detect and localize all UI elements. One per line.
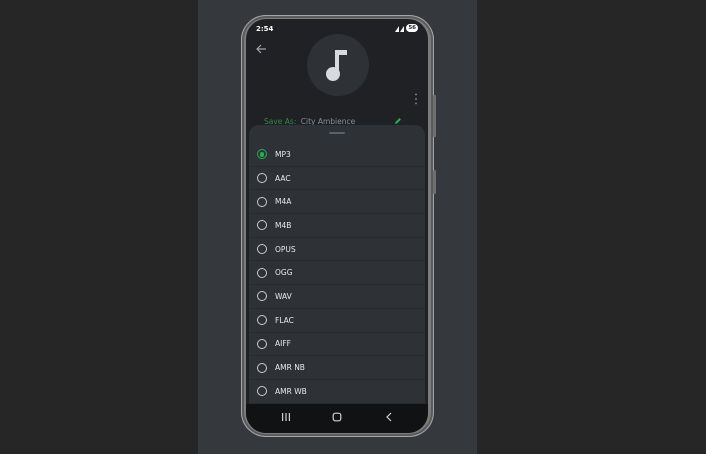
format-option-aiff[interactable]: AIFF [249, 333, 425, 357]
phone-screen: 2:54 56 Save As: City Ambience MP3 AAC M… [246, 19, 428, 433]
radio-icon[interactable] [257, 196, 267, 207]
radio-icon[interactable] [257, 267, 267, 278]
radio-checked-icon[interactable] [257, 149, 267, 160]
format-label: AMR NB [275, 363, 305, 373]
radio-icon[interactable] [257, 291, 267, 302]
album-art [307, 34, 369, 96]
format-option-m4a[interactable]: M4A [249, 190, 425, 215]
format-label: AIFF [275, 339, 291, 349]
radio-icon[interactable] [257, 338, 267, 349]
drag-handle[interactable] [329, 132, 345, 134]
home-icon[interactable] [332, 412, 342, 422]
radio-icon[interactable] [257, 220, 267, 231]
format-options: MP3 AAC M4A M4B OPUS OGG WAV FLAC AIFF A… [249, 143, 425, 404]
format-option-flac[interactable]: FLAC [249, 309, 425, 333]
format-label: M4A [275, 197, 292, 207]
format-label: MP3 [275, 149, 291, 159]
volume-button [433, 95, 436, 137]
arrow-left-icon[interactable] [255, 43, 267, 55]
chevron-left-icon[interactable] [384, 412, 394, 422]
music-note-icon [326, 50, 347, 81]
format-label: M4B [275, 220, 292, 230]
format-label: OPUS [275, 244, 296, 254]
status-icons: 56 [395, 24, 418, 32]
format-option-aac[interactable]: AAC [249, 167, 425, 191]
format-bottom-sheet: MP3 AAC M4A M4B OPUS OGG WAV FLAC AIFF A… [249, 125, 425, 411]
radio-icon[interactable] [257, 173, 267, 184]
format-option-opus[interactable]: OPUS [249, 238, 425, 262]
format-label: FLAC [275, 315, 294, 325]
format-option-mp3[interactable]: MP3 [249, 143, 425, 167]
radio-icon[interactable] [257, 315, 267, 326]
signal-icon [395, 25, 405, 32]
radio-icon[interactable] [257, 386, 267, 397]
format-option-amr-wb[interactable]: AMR WB [249, 380, 425, 404]
radio-icon[interactable] [257, 244, 267, 255]
pencil-icon[interactable] [394, 117, 402, 125]
format-label: AAC [275, 173, 291, 183]
format-label: WAV [275, 291, 292, 301]
radio-icon[interactable] [257, 362, 267, 373]
power-button [433, 170, 436, 194]
format-option-ogg[interactable]: OGG [249, 261, 425, 286]
format-label: AMR WB [275, 386, 307, 396]
format-option-wav[interactable]: WAV [249, 285, 425, 309]
recent-apps-icon[interactable] [281, 412, 291, 422]
navigation-bar [246, 404, 428, 433]
format-option-m4b[interactable]: M4B [249, 214, 425, 238]
status-time: 2:54 [256, 25, 274, 33]
more-vertical-icon[interactable] [414, 93, 418, 105]
format-option-amr-nb[interactable]: AMR NB [249, 356, 425, 380]
battery-icon: 56 [406, 24, 418, 32]
format-label: OGG [275, 268, 293, 278]
